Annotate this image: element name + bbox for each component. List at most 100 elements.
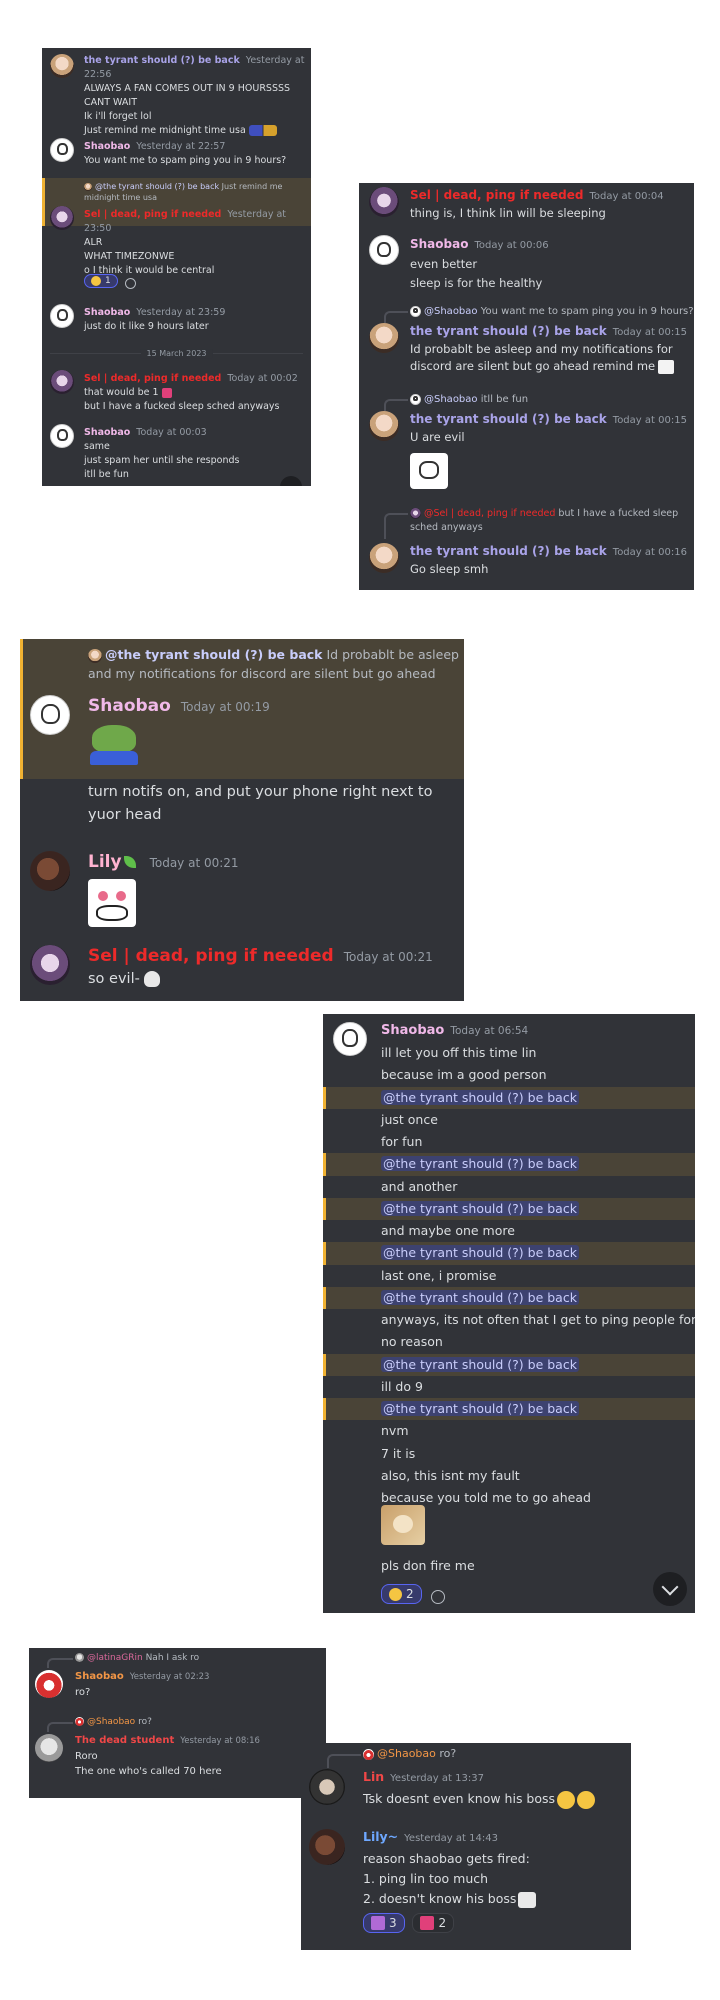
reply-username[interactable]: @the tyrant should (?) be back xyxy=(105,647,322,662)
avatar[interactable] xyxy=(309,1829,345,1865)
add-reaction-icon[interactable] xyxy=(431,1590,446,1604)
reply-username[interactable]: @Shaobao xyxy=(377,1747,436,1760)
reply-preview[interactable]: and my notifications for discord are sil… xyxy=(88,666,436,681)
message-text: ro? xyxy=(75,1687,91,1698)
reply-username[interactable]: @Shaobao xyxy=(424,306,478,317)
username[interactable]: Sel | dead, ping if needed xyxy=(88,946,334,966)
sticker-image[interactable] xyxy=(88,879,136,927)
message-text: thing is, I think lin will be sleeping xyxy=(410,206,606,220)
avatar[interactable] xyxy=(30,695,70,735)
reply-preview[interactable]: Id probablt be asleep xyxy=(326,647,458,662)
username[interactable]: Shaobao xyxy=(84,141,130,152)
username[interactable]: the tyrant should (?) be back xyxy=(84,55,240,66)
username[interactable]: Lily~ xyxy=(363,1829,398,1844)
reaction-count: 2 xyxy=(438,1916,447,1930)
username[interactable]: Lin xyxy=(363,1769,384,1784)
reply-preview[interactable]: @Shaobao You want me to spam ping you in… xyxy=(410,305,694,319)
user-mention[interactable]: @the tyrant should (?) be back xyxy=(381,1200,579,1216)
mention-row: @the tyrant should (?) be back xyxy=(323,1153,695,1176)
add-reaction-icon[interactable] xyxy=(124,278,136,289)
username[interactable]: the tyrant should (?) be back xyxy=(410,544,607,558)
sticker-image[interactable] xyxy=(410,453,448,489)
doge-image[interactable] xyxy=(381,1505,425,1545)
message-text: also, this isnt my fault xyxy=(381,1467,520,1483)
user-mention[interactable]: @the tyrant should (?) be back xyxy=(381,1356,579,1372)
user-mention[interactable]: @the tyrant should (?) be back xyxy=(381,1289,579,1305)
user-mention[interactable]: @the tyrant should (?) be back xyxy=(381,1401,579,1416)
username[interactable]: Shaobao xyxy=(84,427,130,438)
avatar[interactable] xyxy=(369,235,399,265)
reply-preview[interactable]: @latinaGRin Nah I ask ro xyxy=(75,1652,199,1664)
username[interactable]: the tyrant should (?) be back xyxy=(410,324,607,338)
timestamp: Yesterday at 02:23 xyxy=(129,1672,210,1682)
message-text: discord are silent but go ahead remind m… xyxy=(410,359,656,373)
reply-text: You want me to spam ping you in 9 hours? xyxy=(480,306,694,317)
username[interactable]: Shaobao xyxy=(381,1023,444,1038)
avatar[interactable] xyxy=(50,138,74,162)
timestamp: Today at 00:21 xyxy=(149,856,239,870)
scroll-down-button[interactable] xyxy=(280,476,302,486)
avatar[interactable] xyxy=(50,370,74,394)
avatar[interactable] xyxy=(369,187,399,217)
reaction-count: 2 xyxy=(406,1587,414,1601)
username[interactable]: Lily xyxy=(88,852,122,872)
user-mention[interactable]: @the tyrant should (?) be back xyxy=(381,1245,579,1261)
timestamp: Today at 00:06 xyxy=(474,240,549,251)
avatar[interactable] xyxy=(50,424,74,448)
avatar[interactable] xyxy=(369,543,399,573)
reply-username[interactable]: @Sel | dead, ping if needed xyxy=(424,508,555,519)
username[interactable]: Sel | dead, ping if needed xyxy=(84,209,221,220)
avatar[interactable] xyxy=(35,1670,63,1698)
reaction-pill[interactable]: 2 xyxy=(412,1913,455,1933)
reaction-pill[interactable]: 3 xyxy=(363,1913,405,1933)
user-mention[interactable]: @the tyrant should (?) be back xyxy=(381,1156,579,1172)
username[interactable]: Shaobao xyxy=(88,696,171,716)
reply-preview[interactable]: @Shaobao ro? xyxy=(363,1747,456,1761)
avatar[interactable] xyxy=(50,304,74,328)
reply-preview[interactable]: @Sel | dead, ping if needed but I have a… xyxy=(410,507,690,535)
reply-preview[interactable]: @Shaobao itll be fun xyxy=(410,393,528,407)
mention-row: @the tyrant should (?) be back xyxy=(323,1286,695,1309)
username[interactable]: Sel | dead, ping if needed xyxy=(84,373,221,384)
avatar[interactable] xyxy=(369,323,399,353)
timestamp: Today at 00:02 xyxy=(227,373,298,384)
date-divider: 15 March 2023 xyxy=(50,349,303,359)
reply-username[interactable]: @the tyrant should (?) be back xyxy=(95,182,219,191)
pleading-face-icon xyxy=(577,1790,596,1809)
pepe-sticker[interactable] xyxy=(88,721,140,765)
user-mention[interactable]: @the tyrant should (?) be back xyxy=(381,1089,579,1105)
avatar[interactable] xyxy=(50,54,74,78)
timestamp: Today at 00:03 xyxy=(136,427,207,438)
username[interactable]: Shaobao xyxy=(75,1671,124,1682)
username[interactable]: Sel | dead, ping if needed xyxy=(410,188,583,202)
reply-username[interactable]: @Shaobao xyxy=(424,394,478,405)
avatar[interactable] xyxy=(50,206,74,230)
message-text: Ik i'll forget lol xyxy=(84,111,152,122)
message-text: The one who's called 70 here xyxy=(75,1766,222,1777)
custom-emoji-icon xyxy=(161,387,172,398)
reply-username[interactable]: @Shaobao xyxy=(87,1717,135,1727)
sweat-smile-emoji-icon xyxy=(389,1587,402,1601)
reaction-pill[interactable]: 1 xyxy=(84,274,118,288)
username[interactable]: The dead student xyxy=(75,1735,174,1746)
avatar[interactable] xyxy=(30,851,70,891)
reply-username[interactable]: @latinaGRin xyxy=(87,1653,143,1663)
date-divider-label: 15 March 2023 xyxy=(140,349,213,359)
message-text: turn notifs on, and put your phone right… xyxy=(88,784,433,800)
scroll-down-button[interactable] xyxy=(653,1572,687,1606)
username[interactable]: Shaobao xyxy=(410,237,468,251)
avatar[interactable] xyxy=(35,1734,63,1762)
username[interactable]: Shaobao xyxy=(84,307,130,318)
avatar[interactable] xyxy=(309,1769,345,1805)
message-text: U are evil xyxy=(410,430,465,444)
reply-preview[interactable]: Just remind me xyxy=(222,182,283,191)
avatar[interactable] xyxy=(30,945,70,985)
username[interactable]: the tyrant should (?) be back xyxy=(410,412,607,426)
chat-screenshot-1: the tyrant should (?) be back Yesterday a… xyxy=(42,48,311,486)
reply-preview[interactable]: midnight time usa xyxy=(84,193,157,202)
reply-text: Nah I ask ro xyxy=(145,1653,200,1663)
avatar[interactable] xyxy=(369,411,399,441)
message-line: 7 it is xyxy=(323,1443,695,1465)
reaction-pill[interactable]: 2 xyxy=(381,1584,422,1604)
reply-preview[interactable]: @Shaobao ro? xyxy=(75,1716,152,1728)
